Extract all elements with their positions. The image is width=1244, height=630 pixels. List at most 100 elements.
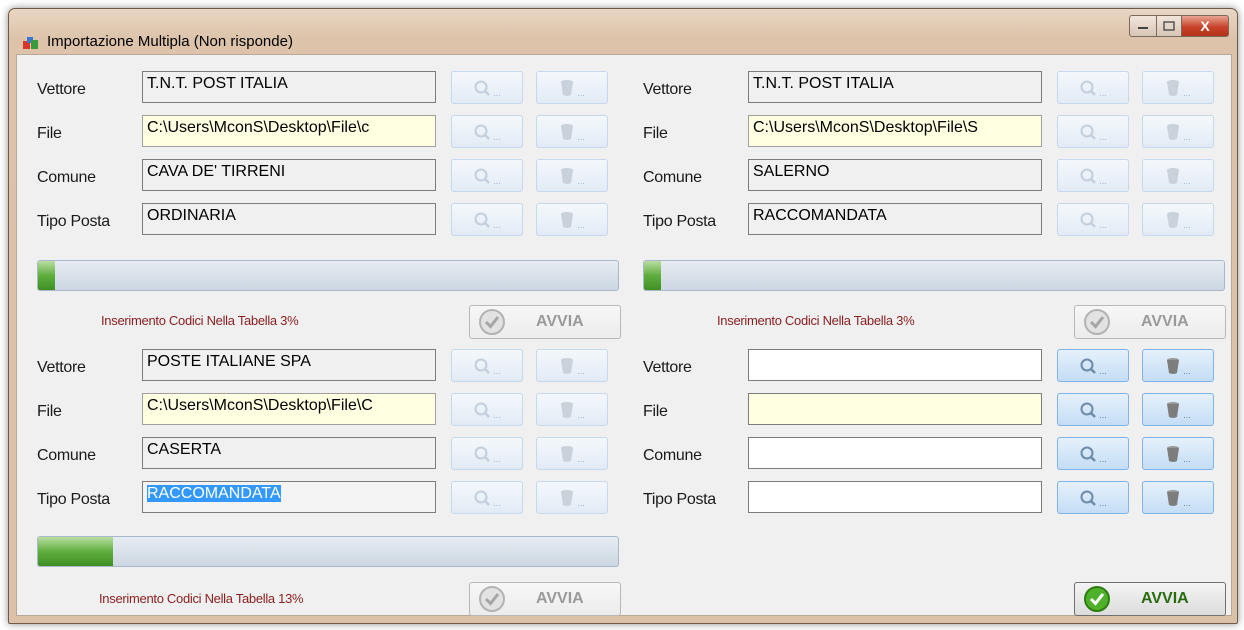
magnifier-icon [1080,80,1097,96]
file-clear-button[interactable]: ... [1142,393,1214,426]
comune-search-button[interactable]: ... [1057,159,1129,192]
tipo-posta-row: Tipo Posta RACCOMANDATA ... ... [17,481,617,517]
avvia-button[interactable]: AVVIA [1074,582,1226,616]
file-field[interactable]: C:\Users\MconS\Desktop\File\S [748,115,1042,147]
comune-label: Comune [643,447,702,464]
check-circle-icon [479,586,505,612]
avvia-label: AVVIA [536,313,584,330]
vettore-label: Vettore [37,81,86,98]
vettore-search-button[interactable]: ... [1057,349,1129,382]
comune-clear-button[interactable]: ... [536,437,608,470]
tipo-posta-clear-button[interactable]: ... [536,203,608,236]
file-browse-button[interactable]: ... [451,393,523,426]
avvia-label: AVVIA [1141,590,1189,607]
magnifier-icon [474,402,491,418]
trash-bin-icon [561,401,574,418]
vettore-field[interactable]: POSTE ITALIANE SPA [142,349,436,381]
trash-bin-icon [1167,357,1180,374]
file-field[interactable] [748,393,1042,425]
vettore-field[interactable]: T.N.T. POST ITALIA [142,71,436,103]
comune-field[interactable]: CAVA DE' TIRRENI [142,159,436,191]
vettore-field[interactable] [748,349,1042,381]
tipo-posta-field[interactable]: RACCOMANDATA [142,481,436,513]
vettore-label: Vettore [37,359,86,376]
maximize-button[interactable] [1157,15,1182,37]
file-browse-button[interactable]: ... [1057,115,1129,148]
comune-row: Comune CASERTA ... ... [17,437,617,473]
progress-fill [38,537,114,566]
tipo-posta-field[interactable]: ORDINARIA [142,203,436,235]
magnifier-icon [1080,490,1097,506]
trash-bin-icon [561,167,574,184]
magnifier-icon [1080,168,1097,184]
file-clear-button[interactable]: ... [536,393,608,426]
comune-clear-button[interactable]: ... [1142,159,1214,192]
comune-field[interactable] [748,437,1042,469]
progress-bar [37,536,619,567]
tipo-posta-field[interactable] [748,481,1042,513]
comune-label: Comune [37,169,96,186]
tipo-posta-clear-button[interactable]: ... [1142,481,1214,514]
title-bar[interactable]: Importazione Multipla (Non risponde) X [9,9,1237,55]
tipo-posta-search-button[interactable]: ... [1057,481,1129,514]
avvia-button[interactable]: AVVIA [1074,305,1226,339]
tipo-posta-search-button[interactable]: ... [1057,203,1129,236]
comune-field[interactable]: SALERNO [748,159,1042,191]
vettore-search-button[interactable]: ... [451,349,523,382]
avvia-button[interactable]: AVVIA [469,305,621,339]
comune-clear-button[interactable]: ... [536,159,608,192]
progress-bar [37,260,619,291]
vettore-clear-button[interactable]: ... [1142,71,1214,104]
vettore-row: Vettore POSTE ITALIANE SPA ... ... [17,349,617,385]
vettore-clear-button[interactable]: ... [1142,349,1214,382]
trash-bin-icon [1167,123,1180,140]
magnifier-icon [474,80,491,96]
trash-bin-icon [1167,211,1180,228]
file-clear-button[interactable]: ... [1142,115,1214,148]
tipo-posta-clear-button[interactable]: ... [536,481,608,514]
trash-bin-icon [1167,79,1180,96]
tipo-posta-row: Tipo Posta RACCOMANDATA ... ... [623,203,1223,239]
file-field[interactable]: C:\Users\MconS\Desktop\File\C [142,393,436,425]
vettore-search-button[interactable]: ... [451,71,523,104]
vettore-row: Vettore T.N.T. POST ITALIA ... ... [623,71,1223,107]
file-clear-button[interactable]: ... [536,115,608,148]
file-label: File [643,403,668,420]
status-text: Inserimento Codici Nella Tabella 13% [99,591,304,606]
close-button[interactable]: X [1182,15,1229,37]
file-browse-button[interactable]: ... [1057,393,1129,426]
avvia-label: AVVIA [1141,313,1189,330]
trash-bin-icon [561,489,574,506]
tipo-posta-clear-button[interactable]: ... [1142,203,1214,236]
vettore-label: Vettore [643,359,692,376]
file-field[interactable]: C:\Users\MconS\Desktop\File\c [142,115,436,147]
trash-bin-icon [561,445,574,462]
file-browse-button[interactable]: ... [451,115,523,148]
tipo-posta-search-button[interactable]: ... [451,481,523,514]
vettore-search-button[interactable]: ... [1057,71,1129,104]
status-text: Inserimento Codici Nella Tabella 3% [101,313,299,328]
vettore-clear-button[interactable]: ... [536,349,608,382]
tipo-posta-search-button[interactable]: ... [451,203,523,236]
trash-bin-icon [1167,167,1180,184]
client-area: Vettore T.N.T. POST ITALIA ... ... File … [16,54,1232,616]
comune-label: Comune [37,447,96,464]
magnifier-icon [1080,212,1097,228]
status-text: Inserimento Codici Nella Tabella 3% [717,313,915,328]
comune-search-button[interactable]: ... [451,437,523,470]
avvia-button[interactable]: AVVIA [469,582,621,616]
comune-row: Comune ... ... [623,437,1223,473]
vettore-field[interactable]: T.N.T. POST ITALIA [748,71,1042,103]
comune-clear-button[interactable]: ... [1142,437,1214,470]
tipo-posta-field[interactable]: RACCOMANDATA [748,203,1042,235]
comune-search-button[interactable]: ... [451,159,523,192]
trash-bin-icon [561,79,574,96]
comune-search-button[interactable]: ... [1057,437,1129,470]
comune-field[interactable]: CASERTA [142,437,436,469]
file-row: File C:\Users\MconS\Desktop\File\C ... .… [17,393,617,429]
import-panel-1: Vettore T.N.T. POST ITALIA ... ... File … [17,55,621,339]
vettore-clear-button[interactable]: ... [536,71,608,104]
minimize-button[interactable] [1129,15,1157,37]
selected-text: RACCOMANDATA [147,485,281,502]
tipo-posta-row: Tipo Posta ... ... [623,481,1223,517]
